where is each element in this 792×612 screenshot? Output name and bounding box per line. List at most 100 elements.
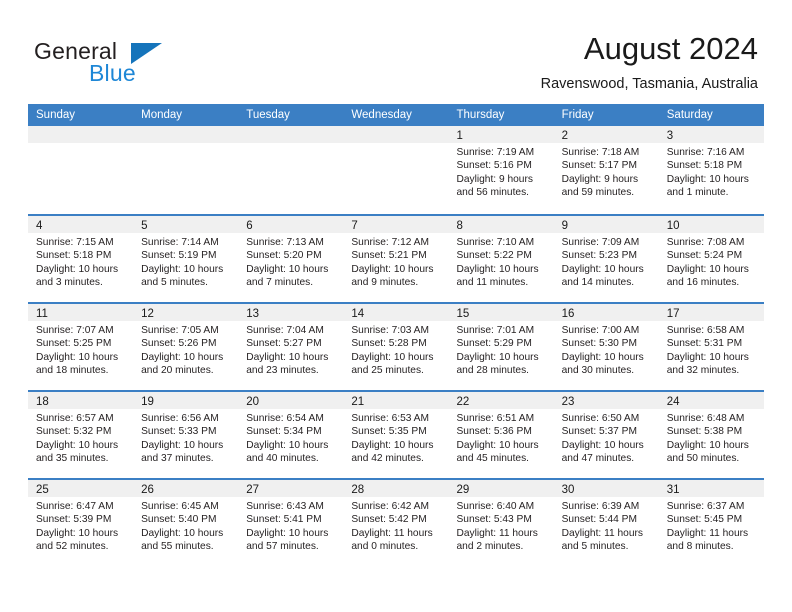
- daylight-text-cont: and 1 minute.: [666, 187, 729, 199]
- calendar-day-cell[interactable]: 6 Sunrise: 7:13 AM Sunset: 5:20 PM Daylight…: [238, 216, 344, 302]
- day-number-band: 30: [553, 480, 659, 497]
- sunrise-text: Sunrise: 7:10 AM: [456, 237, 535, 248]
- daylight-text: Daylight: 10 hours: [561, 439, 644, 451]
- day-number-band: 14: [343, 304, 449, 321]
- calendar-day-cell[interactable]: 15 Sunrise: 7:01 AM Sunset: 5:29 PM Dayligh…: [448, 304, 554, 390]
- calendar-day-cell[interactable]: 16 Sunrise: 7:00 AM Sunset: 5:30 PM Dayligh…: [553, 304, 659, 390]
- day-details: Sunrise: 7:08 AM Sunset: 5:24 PM Daylight:…: [659, 233, 764, 290]
- day-details: Sunrise: 6:48 AM Sunset: 5:38 PM Daylight:…: [659, 409, 764, 466]
- general-blue-logo[interactable]: General Blue: [34, 38, 234, 90]
- day-number: 15: [456, 308, 470, 320]
- daylight-text-cont: and 14 minutes.: [561, 277, 635, 289]
- day-number: 7: [351, 220, 358, 232]
- daylight-text: Daylight: 10 hours: [456, 439, 539, 451]
- calendar-day-cell[interactable]: 9 Sunrise: 7:09 AM Sunset: 5:23 PM Daylight…: [553, 216, 659, 302]
- day-number-band: 28: [343, 480, 449, 497]
- sunrise-text: Sunrise: 6:50 AM: [561, 413, 640, 424]
- sunset-text: Sunset: 5:31 PM: [666, 338, 743, 350]
- sunrise-text: Sunrise: 7:00 AM: [561, 325, 640, 336]
- day-number-band: 23: [553, 392, 659, 409]
- day-number-band: 29: [448, 480, 554, 497]
- calendar-day-cell[interactable]: 13 Sunrise: 7:04 AM Sunset: 5:27 PM Dayligh…: [238, 304, 344, 390]
- daylight-text-cont: and 25 minutes.: [351, 365, 424, 377]
- daylight-text-cont: and 37 minutes.: [141, 453, 214, 465]
- sunset-text: Sunset: 5:21 PM: [351, 250, 427, 262]
- day-details: Sunrise: 6:43 AM Sunset: 5:41 PM Daylight:…: [238, 497, 343, 554]
- daylight-text: Daylight: 10 hours: [141, 439, 224, 451]
- daylight-text: Daylight: 11 hours: [456, 527, 538, 539]
- calendar-day-cell[interactable]: 17 Sunrise: 6:58 AM Sunset: 5:31 PM Dayligh…: [658, 304, 764, 390]
- day-number: 30: [561, 484, 575, 496]
- calendar-day-cell[interactable]: 11 Sunrise: 7:07 AM Sunset: 5:25 PM Dayligh…: [28, 304, 134, 390]
- calendar-day-cell[interactable]: 30 Sunrise: 6:39 AM Sunset: 5:44 PM Dayligh…: [553, 480, 659, 566]
- calendar-day-cell[interactable]: 31 Sunrise: 6:37 AM Sunset: 5:45 PM Dayligh…: [658, 480, 764, 566]
- calendar-day-cell[interactable]: 1 Sunrise: 7:19 AM Sunset: 5:16 PM Daylight…: [448, 126, 554, 214]
- calendar-day-cell[interactable]: 28 Sunrise: 6:42 AM Sunset: 5:42 PM Dayligh…: [343, 480, 449, 566]
- calendar-page: General Blue August 2024 Ravenswood, Tas…: [0, 0, 792, 612]
- day-number-band: 4: [28, 216, 134, 233]
- day-number: 4: [36, 220, 43, 232]
- calendar-day-cell[interactable]: 26 Sunrise: 6:45 AM Sunset: 5:40 PM Dayligh…: [133, 480, 239, 566]
- day-number: 24: [666, 396, 680, 408]
- daylight-text: Daylight: 10 hours: [141, 351, 224, 363]
- sunset-text: Sunset: 5:18 PM: [36, 250, 112, 262]
- sunrise-text: Sunrise: 7:07 AM: [36, 325, 114, 336]
- day-details: Sunrise: 7:13 AM Sunset: 5:20 PM Daylight:…: [238, 233, 343, 290]
- daylight-text: Daylight: 10 hours: [351, 439, 434, 451]
- sunrise-text: Sunrise: 6:43 AM: [246, 501, 324, 512]
- calendar-day-cell[interactable]: 19 Sunrise: 6:56 AM Sunset: 5:33 PM Dayligh…: [133, 392, 239, 478]
- day-details: Sunrise: 7:19 AM Sunset: 5:16 PM Daylight:…: [449, 143, 554, 200]
- sunset-text: Sunset: 5:19 PM: [141, 250, 217, 262]
- sunrise-text: Sunrise: 7:14 AM: [141, 237, 219, 248]
- day-number-band: [133, 126, 239, 143]
- day-number: 18: [36, 396, 49, 408]
- sunrise-text: Sunrise: 7:04 AM: [246, 325, 324, 336]
- calendar-day-cell-empty: [343, 126, 449, 214]
- calendar-day-cell[interactable]: 25 Sunrise: 6:47 AM Sunset: 5:39 PM Dayligh…: [28, 480, 134, 566]
- calendar-day-cell[interactable]: 5 Sunrise: 7:14 AM Sunset: 5:19 PM Daylight…: [133, 216, 239, 302]
- sunset-text: Sunset: 5:18 PM: [666, 160, 743, 172]
- daylight-text-cont: and 52 minutes.: [36, 541, 109, 553]
- sunrise-text: Sunrise: 6:56 AM: [141, 413, 219, 424]
- calendar-day-cell[interactable]: 2 Sunrise: 7:18 AM Sunset: 5:17 PM Daylight…: [553, 126, 659, 214]
- calendar-day-cell[interactable]: 18 Sunrise: 6:57 AM Sunset: 5:32 PM Dayligh…: [28, 392, 134, 478]
- daylight-text-cont: and 30 minutes.: [561, 365, 635, 377]
- calendar-day-cell[interactable]: 8 Sunrise: 7:10 AM Sunset: 5:22 PM Daylight…: [448, 216, 554, 302]
- calendar-day-cell[interactable]: 3 Sunrise: 7:16 AM Sunset: 5:18 PM Daylight…: [658, 126, 764, 214]
- day-number-band: 24: [658, 392, 764, 409]
- weekday-header-tuesday: Tuesday: [246, 109, 290, 121]
- weekday-header-row: Sunday Monday Tuesday Wednesday Thursday…: [28, 104, 764, 126]
- calendar-day-cell[interactable]: 10 Sunrise: 7:08 AM Sunset: 5:24 PM Dayligh…: [658, 216, 764, 302]
- calendar-day-cell[interactable]: 22 Sunrise: 6:51 AM Sunset: 5:36 PM Dayligh…: [448, 392, 554, 478]
- daylight-text-cont: and 40 minutes.: [246, 453, 319, 465]
- sunrise-text: Sunrise: 6:45 AM: [141, 501, 219, 512]
- calendar-day-cell[interactable]: 20 Sunrise: 6:54 AM Sunset: 5:34 PM Dayligh…: [238, 392, 344, 478]
- daylight-text-cont: and 47 minutes.: [561, 453, 635, 465]
- daylight-text: Daylight: 10 hours: [561, 263, 644, 275]
- calendar-day-cell[interactable]: 29 Sunrise: 6:40 AM Sunset: 5:43 PM Dayligh…: [448, 480, 554, 566]
- calendar-day-cell[interactable]: 27 Sunrise: 6:43 AM Sunset: 5:41 PM Dayligh…: [238, 480, 344, 566]
- day-number: 27: [246, 484, 260, 496]
- calendar-day-cell[interactable]: 12 Sunrise: 7:05 AM Sunset: 5:26 PM Dayligh…: [133, 304, 239, 390]
- day-details: Sunrise: 6:51 AM Sunset: 5:36 PM Daylight:…: [449, 409, 554, 466]
- daylight-text-cont: and 2 minutes.: [456, 541, 524, 553]
- daylight-text-cont: and 32 minutes.: [666, 365, 740, 377]
- daylight-text-cont: and 3 minutes.: [36, 277, 103, 289]
- day-number-band: 20: [238, 392, 344, 409]
- day-details: Sunrise: 7:05 AM Sunset: 5:26 PM Daylight:…: [133, 321, 238, 378]
- day-number-band: 2: [553, 126, 659, 143]
- sunset-text: Sunset: 5:27 PM: [246, 338, 322, 350]
- weekday-header-sunday: Sunday: [36, 109, 76, 121]
- day-details: Sunrise: 7:09 AM Sunset: 5:23 PM Daylight:…: [554, 233, 659, 290]
- sunset-text: Sunset: 5:17 PM: [561, 160, 637, 172]
- calendar-day-cell[interactable]: 14 Sunrise: 7:03 AM Sunset: 5:28 PM Dayligh…: [343, 304, 449, 390]
- calendar-day-cell[interactable]: 23 Sunrise: 6:50 AM Sunset: 5:37 PM Dayligh…: [553, 392, 659, 478]
- sunrise-text: Sunrise: 7:01 AM: [456, 325, 535, 336]
- calendar-day-cell[interactable]: 24 Sunrise: 6:48 AM Sunset: 5:38 PM Dayligh…: [658, 392, 764, 478]
- daylight-text: Daylight: 10 hours: [36, 263, 119, 275]
- calendar-day-cell[interactable]: 7 Sunrise: 7:12 AM Sunset: 5:21 PM Daylight…: [343, 216, 449, 302]
- sunset-text: Sunset: 5:37 PM: [561, 426, 637, 438]
- calendar-day-cell[interactable]: 4 Sunrise: 7:15 AM Sunset: 5:18 PM Daylight…: [28, 216, 134, 302]
- calendar-day-cell[interactable]: 21 Sunrise: 6:53 AM Sunset: 5:35 PM Dayligh…: [343, 392, 449, 478]
- daylight-text: Daylight: 10 hours: [456, 351, 539, 363]
